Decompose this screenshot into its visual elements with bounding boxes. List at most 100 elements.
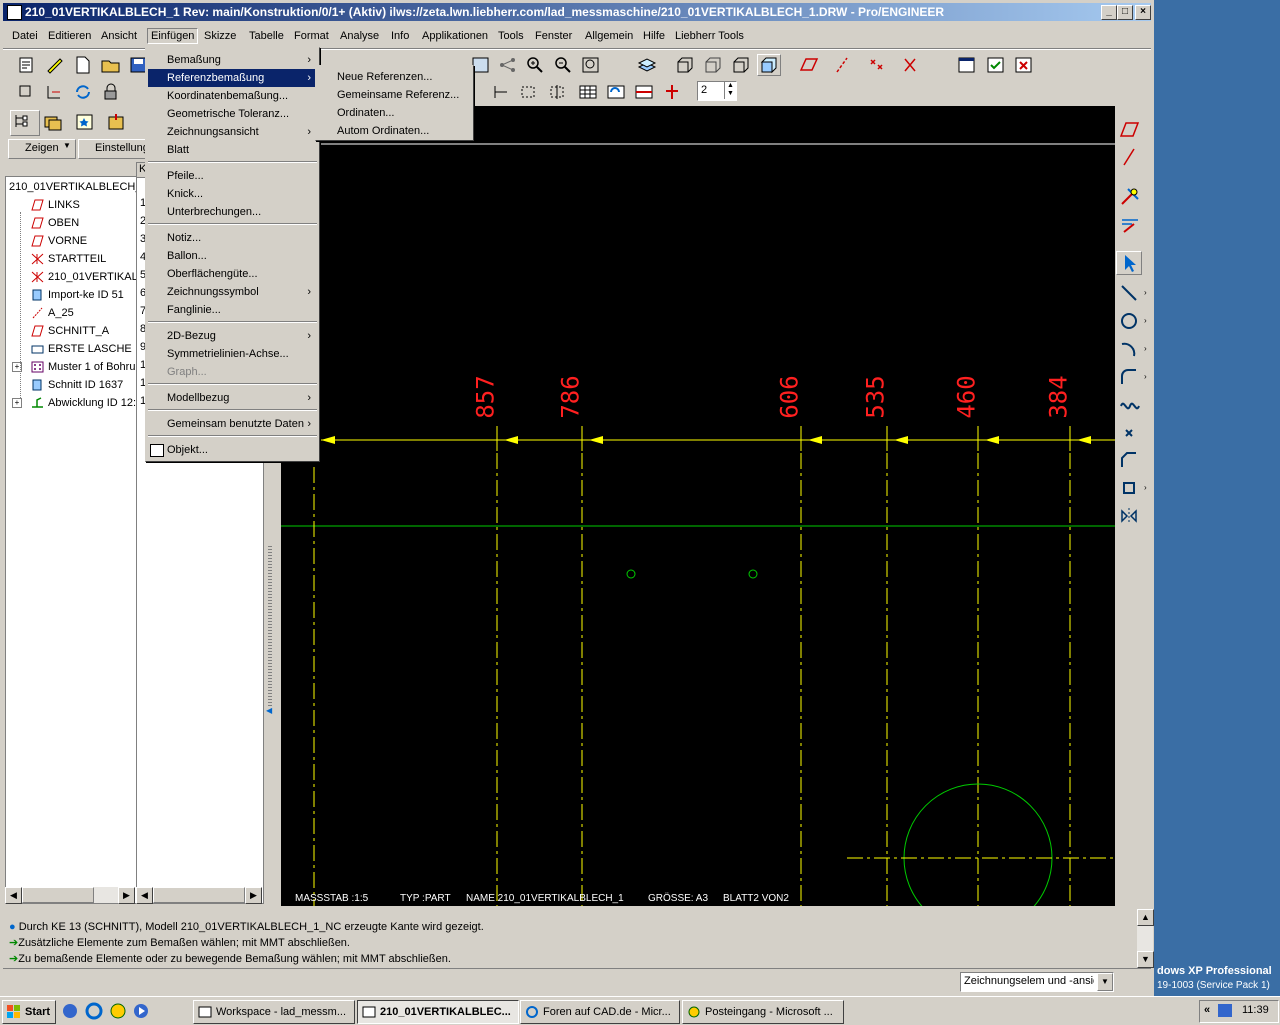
spin-arrows-icon[interactable]: ▲ ▼ xyxy=(724,82,736,99)
network-icon[interactable] xyxy=(497,55,519,75)
zoom-out-icon[interactable] xyxy=(552,55,574,75)
tab-connections[interactable] xyxy=(106,112,132,132)
wireframe-icon[interactable] xyxy=(674,55,696,75)
menu-item-bemassung[interactable]: Bemaßung › xyxy=(148,51,317,69)
chamfer-icon[interactable] xyxy=(1118,449,1142,471)
column-hscrollbar[interactable]: ◀ ▶ xyxy=(136,887,262,904)
line-icon[interactable] xyxy=(1118,282,1142,304)
menu-fenster[interactable]: Fenster xyxy=(535,30,572,42)
scroll-thumb[interactable] xyxy=(153,887,245,903)
settings-button[interactable]: Einstellung xyxy=(78,139,152,159)
lock-icon[interactable] xyxy=(100,82,122,102)
show-annotation-icon[interactable] xyxy=(1118,186,1142,208)
dimension-label[interactable]: 857 xyxy=(472,375,500,418)
message-scrollbar[interactable]: ▲ ▼ xyxy=(1137,909,1154,968)
menu-item-oberflaechenguete[interactable]: Oberflächengüte... xyxy=(148,265,317,283)
table-regen-icon[interactable] xyxy=(605,82,627,102)
menu-item-modellbezug[interactable]: Modellbezug › xyxy=(148,389,317,407)
menu-tools[interactable]: Tools xyxy=(498,30,524,42)
menu-einfuegen[interactable]: Einfügen xyxy=(147,28,199,44)
task-outlook[interactable]: Posteingang - Microsoft ... xyxy=(682,1000,844,1024)
menu-item-ballon[interactable]: Ballon... xyxy=(148,247,317,265)
close-window-icon[interactable] xyxy=(1013,55,1035,75)
start-button[interactable]: Start xyxy=(2,1000,56,1024)
window-icon[interactable] xyxy=(956,55,978,75)
menu-item-koordinaten[interactable]: Koordinatenbemaßung... xyxy=(148,87,317,105)
scroll-up-icon[interactable]: ▲ xyxy=(1137,909,1154,926)
chevron-right-icon[interactable]: › xyxy=(1144,344,1147,353)
menu-item-autom-ordinaten[interactable]: Autom Ordinaten... xyxy=(318,122,471,140)
drawing-canvas[interactable]: 857 786 606 535 460 384 MASSSTAB :1:5 TY… xyxy=(281,106,1115,906)
menu-item-knick[interactable]: Knick... xyxy=(148,185,317,203)
menu-liebherr-tools[interactable]: Liebherr Tools xyxy=(675,30,744,42)
menu-item-unterbrechungen[interactable]: Unterbrechungen... xyxy=(148,203,317,221)
dimension-icon[interactable] xyxy=(1118,214,1142,236)
tool-select-icon[interactable] xyxy=(16,82,38,102)
scroll-left-icon[interactable]: ◀ xyxy=(5,887,22,904)
close-button[interactable]: × xyxy=(1135,5,1151,20)
tree-root[interactable]: 210_01VERTIKALBLECH_ xyxy=(9,178,142,196)
mirror-icon[interactable] xyxy=(1118,505,1142,527)
quicklaunch-icon[interactable] xyxy=(59,1001,77,1021)
menu-item-neue-referenzen[interactable]: Neue Referenzen... xyxy=(318,68,471,86)
menu-format[interactable]: Format xyxy=(294,30,329,42)
minimize-button[interactable]: _ xyxy=(1101,5,1117,20)
menu-item-fanglinie[interactable]: Fanglinie... xyxy=(148,301,317,319)
relation-icon[interactable] xyxy=(44,82,66,102)
datum-plane-icon[interactable] xyxy=(798,55,820,75)
menu-item-zeichnungssymbol[interactable]: Zeichnungssymbol › xyxy=(148,283,317,301)
network-tray-icon[interactable] xyxy=(1218,1004,1232,1017)
chevron-right-icon[interactable]: › xyxy=(1144,288,1147,297)
collapse-left-icon[interactable]: ◀ xyxy=(266,706,272,715)
regenerate-icon[interactable] xyxy=(72,82,94,102)
activate-window-icon[interactable] xyxy=(985,55,1007,75)
zoom-in-icon[interactable] xyxy=(524,55,546,75)
doc-info-icon[interactable] xyxy=(16,55,38,75)
splitter-grip[interactable] xyxy=(268,546,272,706)
menu-item-referenzbemassung[interactable]: Referenzbemaßung › xyxy=(148,69,317,87)
title-bar[interactable]: 210_01VERTIKALBLECH_1 Rev: main/Konstruk… xyxy=(3,3,1151,21)
open-folder-icon[interactable] xyxy=(100,55,122,75)
menu-item-gemeinsame-referenz[interactable]: Gemeinsame Referenz... xyxy=(318,86,471,104)
table-split-icon[interactable] xyxy=(633,82,655,102)
no-hidden-icon[interactable] xyxy=(730,55,752,75)
scroll-thumb[interactable] xyxy=(22,887,94,903)
chevron-down-icon[interactable]: ▼ xyxy=(1097,973,1113,991)
menu-item-zeichnungsansicht[interactable]: Zeichnungsansicht › xyxy=(148,123,317,141)
tray-expand-icon[interactable]: « xyxy=(1204,1004,1210,1016)
chevron-right-icon[interactable]: › xyxy=(1144,316,1147,325)
internet-explorer-icon[interactable] xyxy=(83,1001,103,1021)
datum-csys-icon[interactable] xyxy=(900,55,922,75)
datum-plane-icon[interactable] xyxy=(1118,118,1142,140)
model-tree[interactable]: 210_01VERTIKALBLECH_ LINKS OBEN VORNE ST… xyxy=(5,176,142,904)
dimension-label[interactable]: 786 xyxy=(557,375,585,418)
point-icon[interactable] xyxy=(1118,422,1142,444)
dimension-label[interactable]: 606 xyxy=(776,375,804,418)
menu-item-symmetrie[interactable]: Symmetrielinien-Achse... xyxy=(148,345,317,363)
layers-icon[interactable] xyxy=(636,55,658,75)
menu-item-2d-bezug[interactable]: 2D-Bezug › xyxy=(148,327,317,345)
offset-icon[interactable] xyxy=(1118,477,1142,499)
menu-analyse[interactable]: Analyse xyxy=(340,30,379,42)
chevron-right-icon[interactable]: › xyxy=(1144,372,1147,381)
datum-axis-icon[interactable] xyxy=(832,55,854,75)
align-icon[interactable] xyxy=(518,82,540,102)
maximize-button[interactable]: □ xyxy=(1117,5,1133,20)
clock[interactable]: 11:39 xyxy=(1242,1004,1269,1016)
menu-skizze[interactable]: Skizze xyxy=(204,30,236,42)
chevron-right-icon[interactable]: › xyxy=(1144,483,1147,492)
menu-allgemein[interactable]: Allgemein xyxy=(585,30,633,42)
menu-item-notiz[interactable]: Notiz... xyxy=(148,229,317,247)
tab-model-tree[interactable] xyxy=(10,110,40,136)
datum-axis-icon[interactable] xyxy=(1118,146,1142,168)
menu-editieren[interactable]: Editieren xyxy=(48,30,91,42)
tree-hscrollbar[interactable]: ◀ ▶ xyxy=(5,887,135,904)
spline-icon[interactable] xyxy=(1118,394,1142,416)
task-workspace[interactable]: Workspace - lad_messm... xyxy=(193,1000,355,1024)
tab-folder-browser[interactable] xyxy=(42,112,68,132)
expand-icon[interactable]: + xyxy=(12,398,22,408)
outlook-icon[interactable] xyxy=(107,1001,126,1021)
menu-item-gemeinsam[interactable]: Gemeinsam benutzte Daten › xyxy=(148,415,317,433)
dimension-label[interactable]: 384 xyxy=(1045,375,1073,418)
tree-item-links[interactable]: LINKS xyxy=(6,196,136,214)
